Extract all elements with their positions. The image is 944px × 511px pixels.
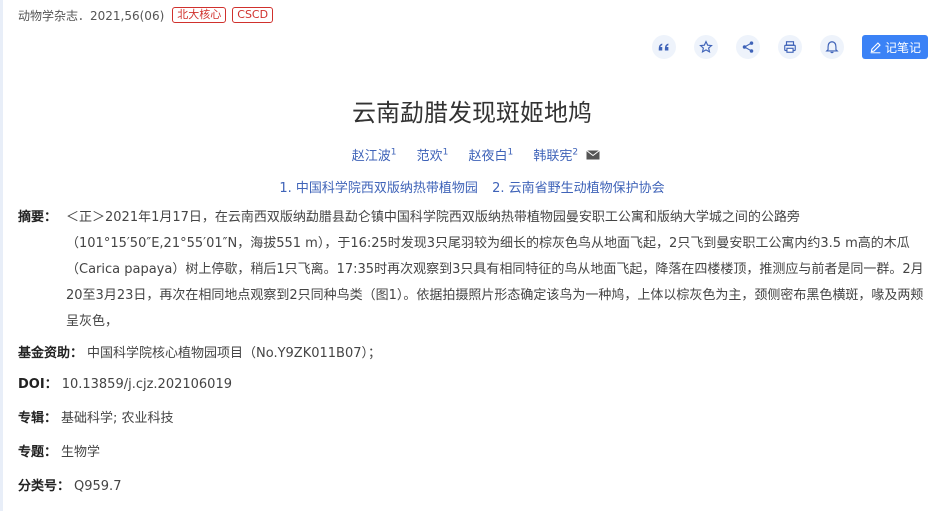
author-name: 赵江波 bbox=[351, 149, 391, 164]
doi-label: DOI： bbox=[18, 377, 58, 392]
affiliation-link[interactable]: 1. 中国科学院西双版纳热带植物园 bbox=[279, 181, 478, 196]
share-button[interactable] bbox=[735, 35, 760, 59]
author-affiliation-index: 1 bbox=[442, 147, 449, 158]
topic-row: 专题： 生物学 bbox=[18, 440, 100, 466]
printer-icon bbox=[784, 41, 796, 53]
star-icon bbox=[699, 40, 713, 54]
author-name: 赵夜白 bbox=[468, 149, 508, 164]
journal-source-bar: 动物学杂志．2021,56(06) 北大核心 CSCD bbox=[18, 6, 274, 24]
author-affiliation-index: 1 bbox=[390, 147, 397, 158]
fund-value[interactable]: 中国科学院核心植物园项目（No.Y9ZK011B07）； bbox=[87, 346, 381, 361]
journal-source[interactable]: 动物学杂志．2021,56(06) bbox=[18, 7, 164, 24]
author-link[interactable]: 韩联宪2 bbox=[533, 145, 578, 164]
print-button[interactable] bbox=[777, 35, 802, 59]
share-icon bbox=[742, 41, 754, 53]
cscd-tag: CSCD bbox=[232, 7, 274, 23]
favorite-button[interactable] bbox=[693, 35, 718, 59]
classification-row: 分类号： Q959.7 bbox=[18, 474, 121, 500]
alert-button[interactable] bbox=[819, 35, 844, 59]
article-actions: 记笔记 bbox=[634, 35, 928, 59]
author-affiliation-index: 1 bbox=[507, 147, 514, 158]
pencil-icon bbox=[870, 41, 881, 53]
author-link[interactable]: 赵江波1 bbox=[352, 145, 397, 164]
topic-value: 生物学 bbox=[61, 445, 101, 460]
classification-value: Q959.7 bbox=[74, 479, 122, 494]
cite-button[interactable] bbox=[651, 35, 676, 59]
take-notes-label: 记笔记 bbox=[884, 40, 921, 55]
doi-value: 10.13859/j.cjz.202106019 bbox=[61, 377, 232, 392]
author-link[interactable]: 范欢1 bbox=[417, 145, 449, 164]
quote-icon bbox=[658, 43, 669, 51]
classification-label: 分类号： bbox=[18, 479, 71, 494]
affiliation-link[interactable]: 2. 云南省野生动植物保护协会 bbox=[492, 181, 665, 196]
album-row: 专辑： 基础科学; 农业科技 bbox=[18, 406, 174, 432]
doi-row: DOI： 10.13859/j.cjz.202106019 bbox=[18, 372, 232, 398]
take-notes-button[interactable]: 记笔记 bbox=[861, 35, 928, 59]
album-value: 基础科学; 农业科技 bbox=[61, 411, 174, 426]
author-affiliation-index: 2 bbox=[572, 147, 579, 158]
author-name: 范欢 bbox=[416, 149, 443, 164]
author-link[interactable]: 赵夜白1 bbox=[469, 145, 514, 164]
fund-label: 基金资助： bbox=[18, 346, 84, 361]
topic-label: 专题： bbox=[18, 445, 58, 460]
abstract-label: 摘要： bbox=[18, 210, 58, 225]
bell-icon bbox=[825, 41, 839, 54]
article-title: 云南勐腊发现斑姬地鸠 bbox=[352, 99, 592, 127]
affiliation-list: 1. 中国科学院西双版纳热带植物园 2. 云南省野生动植物保护协会 bbox=[0, 177, 944, 196]
author-name: 韩联宪 bbox=[533, 149, 573, 164]
album-label: 专辑： bbox=[18, 411, 58, 426]
author-list: 赵江波1 范欢1 赵夜白1 韩联宪2 bbox=[0, 145, 944, 164]
core-journal-tag: 北大核心 bbox=[172, 7, 227, 23]
mail-icon[interactable] bbox=[586, 149, 601, 164]
abstract-section: 摘要： ＜正＞2021年1月17日，在云南西双版纳勐腊县勐仑镇中国科学院西双版纳… bbox=[18, 205, 930, 335]
left-edge-line bbox=[0, 0, 3, 511]
fund-row: 基金资助： 中国科学院核心植物园项目（No.Y9ZK011B07）； bbox=[18, 341, 381, 367]
abstract-text: ＜正＞2021年1月17日，在云南西双版纳勐腊县勐仑镇中国科学院西双版纳热带植物… bbox=[66, 210, 924, 329]
